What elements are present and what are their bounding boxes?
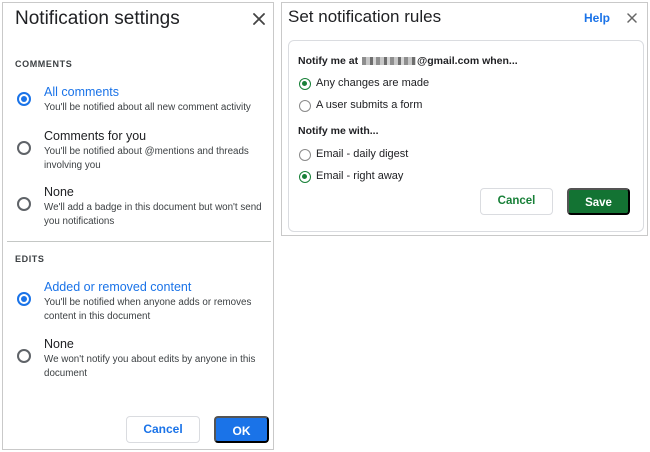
option-description: We won't notify you about edits by anyon… [44, 354, 256, 379]
option-description: You'll be notified about @mentions and t… [44, 146, 249, 171]
radio-comments-for-you[interactable] [17, 141, 31, 155]
notify-with-heading: Notify me with... [298, 125, 379, 137]
radio-daily-digest[interactable] [299, 149, 311, 161]
radio-all-comments[interactable] [17, 92, 31, 106]
option-any-changes-label[interactable]: Any changes are made [316, 77, 429, 89]
edits-section-label: EDITS [15, 254, 45, 264]
dialog-title: Set notification rules [288, 7, 442, 26]
option-title: Added or removed content [44, 280, 192, 294]
notification-rules-dialog: Set notification rules Help Notify me at… [281, 2, 648, 236]
close-icon[interactable] [625, 11, 639, 25]
notification-settings-dialog: Notification settings COMMENTS All comme… [2, 2, 274, 450]
radio-right-away[interactable] [299, 171, 311, 183]
option-form-submit-label[interactable]: A user submits a form [316, 99, 422, 111]
dialog-title: Notification settings [15, 8, 180, 29]
notify-when-suffix: @gmail.com when... [417, 55, 518, 67]
close-icon[interactable] [250, 10, 268, 28]
option-right-away-label[interactable]: Email - right away [316, 170, 403, 182]
cancel-button[interactable]: Cancel [480, 188, 553, 215]
radio-form-submit[interactable] [299, 100, 311, 112]
save-button[interactable]: Save [567, 188, 630, 215]
radio-comments-none[interactable] [17, 197, 31, 211]
rules-panel: Notify me at @gmail.com when... Any chan… [288, 40, 644, 232]
comments-section-label: COMMENTS [15, 59, 73, 69]
notify-when-prefix: Notify me at [298, 55, 359, 67]
option-daily-digest-label[interactable]: Email - daily digest [316, 148, 408, 160]
section-divider [7, 241, 271, 242]
help-link[interactable]: Help [584, 11, 610, 25]
option-description: You'll be notified when anyone adds or r… [44, 297, 252, 322]
option-title: Comments for you [44, 129, 147, 143]
ok-button[interactable]: OK [214, 416, 269, 443]
option-title: None [44, 185, 74, 199]
option-title: All comments [44, 85, 120, 99]
cancel-button[interactable]: Cancel [126, 416, 200, 443]
radio-edits-none[interactable] [17, 349, 31, 363]
option-description: You'll be notified about all new comment… [44, 102, 251, 113]
radio-added-removed-content[interactable] [17, 292, 31, 306]
notify-when-heading: Notify me at @gmail.com when... [298, 55, 518, 67]
option-title: None [44, 337, 74, 351]
radio-any-changes[interactable] [299, 78, 311, 90]
redacted-email [362, 57, 417, 66]
option-description: We'll add a badge in this document but w… [44, 202, 262, 227]
